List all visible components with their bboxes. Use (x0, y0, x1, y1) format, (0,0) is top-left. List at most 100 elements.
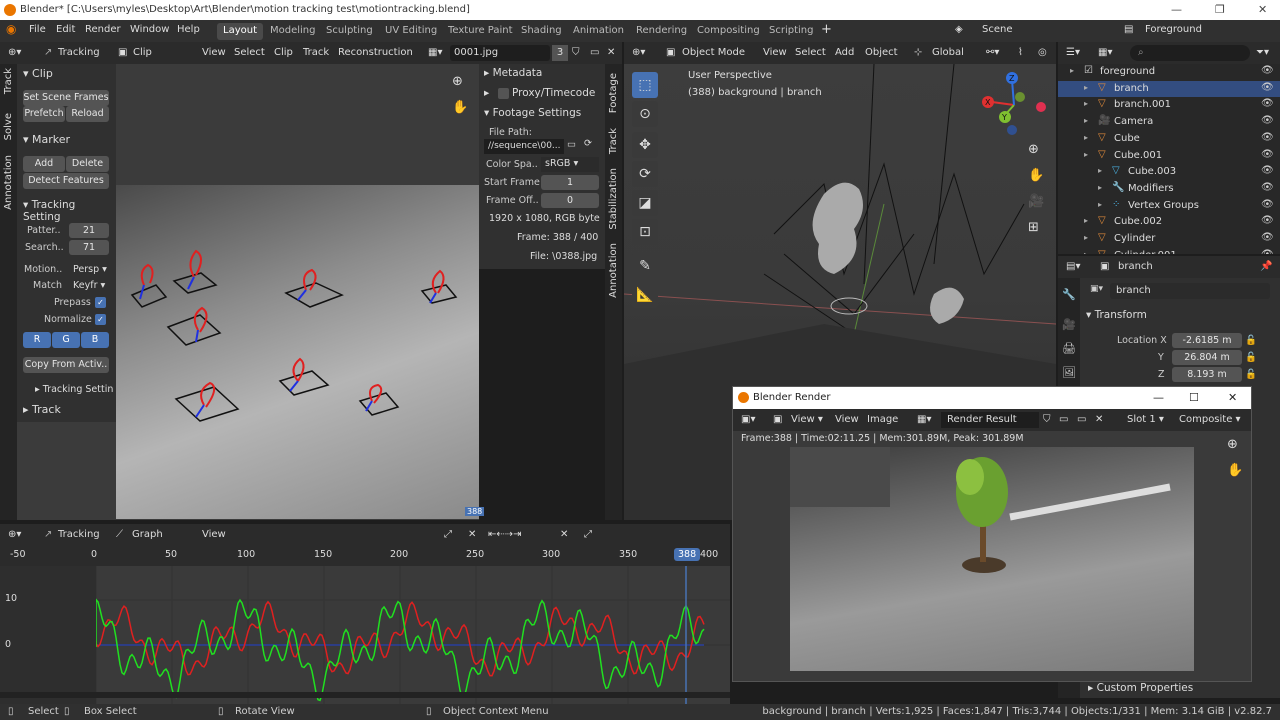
visibility-eye-icon[interactable]: 👁 (1261, 199, 1274, 210)
ortho-toggle-icon[interactable]: ⊞ (1028, 220, 1039, 235)
image-open-icon[interactable]: ▭ (1077, 414, 1086, 425)
image-new-icon[interactable]: ▭ (1059, 414, 1068, 425)
visibility-eye-icon[interactable]: 👁 (1261, 165, 1274, 176)
render-close-icon[interactable]: ✕ (1228, 391, 1237, 404)
scene-selector[interactable]: Scene (982, 24, 1013, 35)
normalize-checkbox[interactable]: ✓ (95, 314, 106, 325)
outliner-item[interactable]: ▸ ⁘ Vertex Groups 👁 (1058, 198, 1280, 214)
track-section-header[interactable]: ▸ Track (23, 403, 61, 416)
tool-tab-icon[interactable]: 🔧 (1062, 288, 1076, 301)
workspace-tab-uv-editing[interactable]: UV Editing (379, 23, 443, 40)
graph-area[interactable]: 10 0 (0, 566, 730, 704)
viewport-zoom-icon[interactable]: ⊕ (1028, 142, 1039, 157)
color-space-dropdown[interactable]: sRGB ▾ (541, 157, 599, 172)
image-unlink-icon[interactable]: ✕ (1095, 414, 1103, 425)
view-layer-selector[interactable]: Foreground (1145, 24, 1202, 35)
render-tab-icon[interactable]: 🎥 (1062, 318, 1076, 331)
location-z-field[interactable]: 8.193 m (1172, 367, 1242, 382)
viewport-menu-select[interactable]: Select (795, 47, 826, 58)
annotate-tool-icon[interactable]: ✎ (632, 253, 658, 279)
pin-icon[interactable]: 📌 (1260, 261, 1272, 272)
zoom-icon[interactable]: ⊕ (452, 74, 463, 89)
menu-render[interactable]: Render (85, 24, 121, 35)
display-mode-icon[interactable]: ▦▾ (1098, 47, 1112, 58)
visibility-eye-icon[interactable]: 👁 (1261, 232, 1274, 243)
location-x-field[interactable]: -2.6185 m (1172, 333, 1242, 348)
blue-channel-toggle[interactable]: B (81, 332, 109, 348)
expand-arrow-icon[interactable]: ▸ (1098, 200, 1102, 209)
menu-file[interactable]: File (29, 24, 46, 35)
frame-offset-field[interactable]: 0 (541, 193, 599, 208)
match-dropdown[interactable]: Keyfr ▾ (73, 280, 105, 291)
graph-view-dropdown[interactable]: Graph (132, 529, 163, 540)
clip-users-count[interactable]: 3 (552, 45, 568, 61)
reload-button[interactable]: Reload (66, 106, 109, 122)
visibility-eye-icon[interactable]: 👁 (1261, 98, 1274, 109)
clip-menu-select[interactable]: Select (234, 47, 265, 58)
workspace-tab-compositing[interactable]: Compositing (691, 23, 766, 40)
outliner-item[interactable]: ▸ ▽ branch 👁 (1058, 80, 1280, 97)
add-marker-button[interactable]: Add (23, 156, 65, 172)
transform-orientation-dropdown[interactable]: Global (932, 47, 964, 58)
current-frame-badge[interactable]: 388 (674, 548, 701, 561)
maximize-icon[interactable]: ❐ (1215, 3, 1225, 16)
expand-arrow-icon[interactable]: ▸ (1098, 166, 1102, 175)
expand-arrow-icon[interactable]: ▸ (1084, 133, 1088, 142)
workspace-tab-shading[interactable]: Shading (515, 23, 568, 40)
snap-icon[interactable]: ⌇ (1018, 47, 1023, 58)
location-y-field[interactable]: 26.804 m (1172, 350, 1242, 365)
reload-path-icon[interactable]: ⟳ (584, 138, 592, 149)
tab-annotation[interactable]: Annotation (3, 155, 14, 210)
lock-x-icon[interactable]: 🔓 (1245, 335, 1257, 346)
menu-help[interactable]: Help (177, 24, 200, 35)
expand-arrow-icon[interactable]: ▸ (1084, 99, 1088, 108)
pivot-icon[interactable]: ⚯▾ (986, 47, 999, 58)
visibility-eye-icon[interactable]: 👁 (1261, 215, 1274, 226)
clip-mode-dropdown[interactable]: Tracking (58, 47, 100, 58)
lock-z-icon[interactable]: 🔓 (1245, 369, 1257, 380)
visibility-eye-icon[interactable]: 👁 (1261, 115, 1274, 126)
outliner-item[interactable]: ▸ 🎥 Camera 👁 (1058, 114, 1280, 130)
object-mode-dropdown[interactable]: Object Mode (682, 47, 745, 58)
menu-window[interactable]: Window (130, 24, 169, 35)
workspace-tab-animation[interactable]: Animation (567, 23, 630, 40)
render-result-field[interactable]: Render Result (941, 412, 1039, 428)
proxy-checkbox[interactable] (498, 88, 509, 99)
add-workspace-icon[interactable]: + (821, 22, 832, 37)
render-pan-icon[interactable]: ✋ (1227, 463, 1243, 478)
workspace-tab-rendering[interactable]: Rendering (630, 23, 693, 40)
custom-properties-header[interactable]: ▸ Custom Properties (1088, 682, 1193, 694)
filter-icon[interactable]: ⏷▾ (1256, 47, 1269, 58)
viewport-menu-object[interactable]: Object (865, 47, 898, 58)
clip-browse-icon[interactable]: ▦▾ (428, 47, 442, 58)
minimize-icon[interactable]: — (1171, 3, 1182, 16)
clip-menu-reconstruction[interactable]: Reconstruction (338, 47, 413, 58)
viewport-menu-add[interactable]: Add (835, 47, 854, 58)
view-layer-tab-icon[interactable]: 🖼 (1062, 366, 1076, 379)
metadata-section-header[interactable]: ▸ Metadata (484, 67, 542, 79)
graph-editor-type-icon[interactable]: ⊕▾ (8, 529, 21, 540)
image-fake-user-icon[interactable]: ⛉ (1043, 414, 1051, 425)
graph-tool-3-icon[interactable]: ⇤⇠⇢⇥ (488, 529, 522, 540)
outliner-item[interactable]: ▸ ▽ Cube.001 👁 (1058, 148, 1280, 164)
outliner-item[interactable]: ▸ ▽ Cube 👁 (1058, 131, 1280, 147)
visibility-eye-icon[interactable]: 👁 (1261, 132, 1274, 143)
viewport-pan-icon[interactable]: ✋ (1028, 168, 1044, 183)
transform-tool-icon[interactable]: ⊡ (632, 219, 658, 245)
outliner-item[interactable]: ▸ ☑ foreground 👁 (1058, 64, 1280, 80)
tab-solve[interactable]: Solve (3, 113, 14, 140)
render-minimize-icon[interactable]: — (1153, 391, 1164, 404)
viewport-editor-type-icon[interactable]: ⊕▾ (632, 47, 645, 58)
proportional-edit-icon[interactable]: ◎ (1038, 47, 1047, 58)
viewport-menu-view[interactable]: View (763, 47, 787, 58)
image-menu-view[interactable]: View (835, 414, 859, 425)
expand-arrow-icon[interactable]: ▸ (1084, 216, 1088, 225)
image-view-dropdown[interactable]: View ▾ (791, 414, 823, 425)
search-size-field[interactable]: 71 (69, 240, 109, 255)
image-menu-image[interactable]: Image (867, 414, 898, 425)
file-path-field[interactable]: //sequence\00... (484, 139, 564, 154)
expand-arrow-icon[interactable]: ▸ (1098, 183, 1102, 192)
render-maximize-icon[interactable]: ☐ (1189, 391, 1199, 404)
start-frame-field[interactable]: 1 (541, 175, 599, 190)
expand-arrow-icon[interactable]: ▸ (1070, 66, 1074, 75)
